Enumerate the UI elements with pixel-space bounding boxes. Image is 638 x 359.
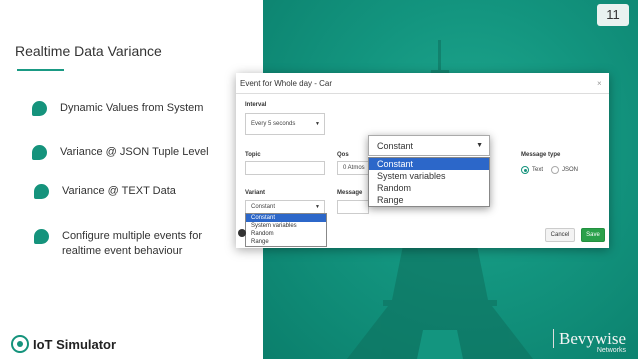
- slide-title: Realtime Data Variance: [15, 43, 162, 59]
- bullet-item: Dynamic Values from System: [32, 101, 203, 116]
- bullet-line-2: realtime event behaviour: [62, 245, 183, 257]
- bullet-icon: [32, 145, 47, 160]
- bullet-item: Configure multiple events for realtime e…: [34, 229, 202, 259]
- logo-text: IoT Simulator: [33, 336, 117, 352]
- save-button[interactable]: Save: [581, 228, 605, 242]
- qos-label: Qos: [337, 152, 349, 158]
- variant-select[interactable]: Constant ▼: [245, 200, 325, 214]
- variant-option[interactable]: System variables: [246, 222, 326, 230]
- message-type-label: Message type: [521, 152, 561, 158]
- variant-value: Constant: [251, 204, 276, 210]
- zoomed-variant-dropdown: Constant ▼ Constant System variables Ran…: [368, 135, 490, 207]
- bevywise-logo: Bevywise Networks: [553, 329, 627, 354]
- info-icon: [238, 229, 246, 237]
- variant-option[interactable]: Constant: [246, 214, 326, 222]
- modal-title: Event for Whole day - Car: [240, 79, 333, 88]
- bullet-item: Variance @ TEXT Data: [34, 184, 176, 199]
- zoomed-select[interactable]: Constant ▼: [368, 135, 490, 156]
- bullet-text: Dynamic Values from System: [60, 102, 204, 114]
- topic-input[interactable]: [245, 161, 325, 175]
- bullet-line-1: Configure multiple events for: [62, 230, 203, 242]
- radio-text-label: Text: [532, 167, 544, 173]
- bullet-icon: [34, 229, 49, 244]
- bullet-text: Variance @ TEXT Data: [62, 185, 176, 197]
- chevron-down-icon: ▼: [476, 142, 483, 149]
- interval-select[interactable]: Every 5 seconds ▼: [245, 113, 325, 135]
- bullet-text: Configure multiple events for realtime e…: [62, 229, 202, 259]
- slide-number: 11: [597, 4, 629, 26]
- topic-label: Topic: [245, 152, 261, 158]
- zoomed-option[interactable]: Random: [369, 182, 489, 194]
- radio-json-label: JSON: [562, 167, 579, 173]
- gear-icon: [11, 335, 29, 353]
- qos-select[interactable]: 0 Atmos: [337, 161, 369, 175]
- zoomed-option[interactable]: Range: [369, 194, 489, 206]
- chevron-down-icon: ▼: [315, 204, 320, 210]
- zoomed-select-value: Constant: [377, 141, 414, 151]
- variant-dropdown-list: Constant System variables Random Range: [245, 213, 327, 247]
- bullet-text: Variance @ JSON Tuple Level: [60, 146, 209, 158]
- interval-label: Interval: [245, 102, 267, 108]
- radio-unchecked-icon: [551, 166, 559, 174]
- iot-simulator-logo: IoT Simulator: [11, 335, 116, 353]
- variant-option[interactable]: Random: [246, 230, 326, 238]
- cancel-button[interactable]: Cancel: [545, 228, 575, 242]
- variant-option[interactable]: Range: [246, 238, 326, 246]
- message-input[interactable]: [337, 200, 369, 214]
- bullet-icon: [32, 101, 47, 116]
- brand-name: Bevywise: [553, 329, 627, 348]
- bullet-icon: [34, 184, 49, 199]
- variant-label: Variant: [245, 190, 266, 196]
- title-underline: [17, 69, 64, 71]
- message-label: Message: [337, 190, 363, 196]
- radio-json[interactable]: JSON: [551, 166, 578, 174]
- radio-text[interactable]: Text: [521, 166, 543, 174]
- interval-value: Every 5 seconds: [251, 121, 296, 127]
- brand-sub: Networks: [596, 347, 627, 354]
- bullet-item: Variance @ JSON Tuple Level: [32, 145, 209, 160]
- zoomed-option[interactable]: System variables: [369, 170, 489, 182]
- zoomed-options-list: Constant System variables Random Range: [368, 157, 490, 207]
- radio-checked-icon: [521, 166, 529, 174]
- chevron-down-icon: ▼: [315, 121, 320, 127]
- modal-divider: [236, 93, 609, 94]
- slide: 11 Realtime Data Variance Dynamic Values…: [0, 0, 638, 359]
- close-icon[interactable]: ×: [597, 79, 602, 88]
- qos-value: 0 Atmos: [343, 165, 365, 171]
- zoomed-option[interactable]: Constant: [369, 158, 489, 170]
